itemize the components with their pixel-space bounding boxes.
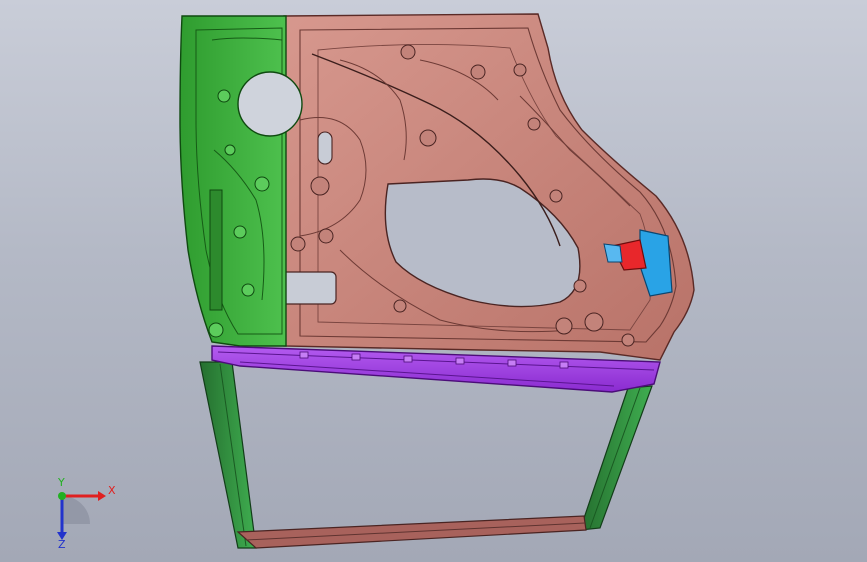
window-frame-rear[interactable]: [579, 385, 653, 531]
graphics-viewport[interactable]: X Y Z: [0, 0, 867, 562]
triad-base-quarter: [62, 496, 90, 524]
orientation-triad: X Y Z: [57, 478, 116, 548]
hinge-reinforcement[interactable]: [179, 15, 303, 347]
triad-x-label: X: [108, 484, 116, 497]
slot-hole: [317, 131, 333, 165]
triad-z-label: Z: [58, 538, 66, 548]
inner-panel[interactable]: [275, 13, 695, 361]
triad-y-axis: [58, 492, 66, 500]
belt-line-reinforcement[interactable]: [211, 345, 661, 393]
triad-x-arrow: [98, 491, 106, 501]
door-assembly-model[interactable]: [0, 0, 867, 562]
speaker-hole: [237, 71, 303, 137]
triad-y-label: Y: [57, 478, 65, 489]
window-frame-front[interactable]: [199, 361, 257, 549]
